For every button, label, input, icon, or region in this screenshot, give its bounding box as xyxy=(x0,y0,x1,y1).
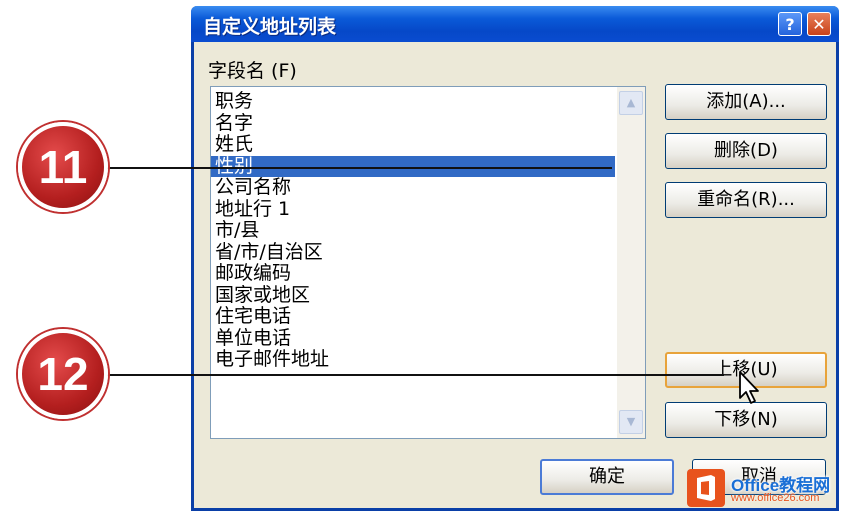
add-button[interactable]: 添加(A)... xyxy=(665,84,827,120)
list-item[interactable]: 省/市/自治区 xyxy=(211,241,615,264)
list-item[interactable]: 姓氏 xyxy=(211,133,615,156)
ok-button[interactable]: 确定 xyxy=(540,459,674,495)
field-list[interactable]: 职务 名字 姓氏 性别 公司名称 地址行 1 市/县 省/市/自治区 邮政编码 国家或地区 住宅电话… xyxy=(211,90,615,371)
list-item[interactable]: 单位电话 xyxy=(211,327,615,350)
office-logo-icon xyxy=(687,469,725,507)
list-item[interactable]: 电子邮件地址 xyxy=(211,348,615,371)
scroll-up-button[interactable]: ▲ xyxy=(619,91,643,115)
scroll-down-button[interactable]: ▼ xyxy=(619,410,643,434)
close-button[interactable]: ✕ xyxy=(807,12,831,36)
listbox-scrollbar[interactable]: ▲ ▼ xyxy=(617,87,645,438)
chevron-up-icon: ▲ xyxy=(626,96,636,109)
callout-12-line xyxy=(104,374,724,376)
list-item[interactable]: 市/县 xyxy=(211,219,615,242)
list-item[interactable]: 公司名称 xyxy=(211,176,615,199)
chevron-down-icon: ▼ xyxy=(626,415,636,428)
step-11-callout: 11 xyxy=(18,122,108,212)
field-name-listbox[interactable]: 职务 名字 姓氏 性别 公司名称 地址行 1 市/县 省/市/自治区 邮政编码 国家或地区 住宅电话… xyxy=(210,86,646,439)
custom-address-list-dialog: 自定义地址列表 ? ✕ 字段名 (F) 职务 名字 姓氏 性别 公司名称 地址行 1 市/县… xyxy=(191,6,839,511)
mouse-pointer-icon xyxy=(739,371,759,404)
rename-button[interactable]: 重命名(R)... xyxy=(665,182,827,218)
list-item[interactable]: 地址行 1 xyxy=(211,198,615,221)
field-name-label: 字段名 (F) xyxy=(208,60,297,82)
watermark: Office教程网 www.office26.com xyxy=(687,465,847,513)
delete-button[interactable]: 删除(D) xyxy=(665,133,827,169)
move-down-button[interactable]: 下移(N) xyxy=(665,402,827,438)
list-item[interactable]: 住宅电话 xyxy=(211,305,615,328)
list-item[interactable]: 职务 xyxy=(211,90,615,113)
help-button[interactable]: ? xyxy=(778,12,802,36)
list-item[interactable]: 邮政编码 xyxy=(211,262,615,285)
title-bar[interactable]: 自定义地址列表 ? ✕ xyxy=(191,6,839,42)
list-item[interactable]: 名字 xyxy=(211,112,615,135)
dialog-title: 自定义地址列表 xyxy=(203,16,337,38)
callout-11-line xyxy=(104,167,612,169)
list-item[interactable]: 国家或地区 xyxy=(211,284,615,307)
watermark-url: www.office26.com xyxy=(731,492,820,504)
step-12-callout: 12 xyxy=(18,329,108,419)
